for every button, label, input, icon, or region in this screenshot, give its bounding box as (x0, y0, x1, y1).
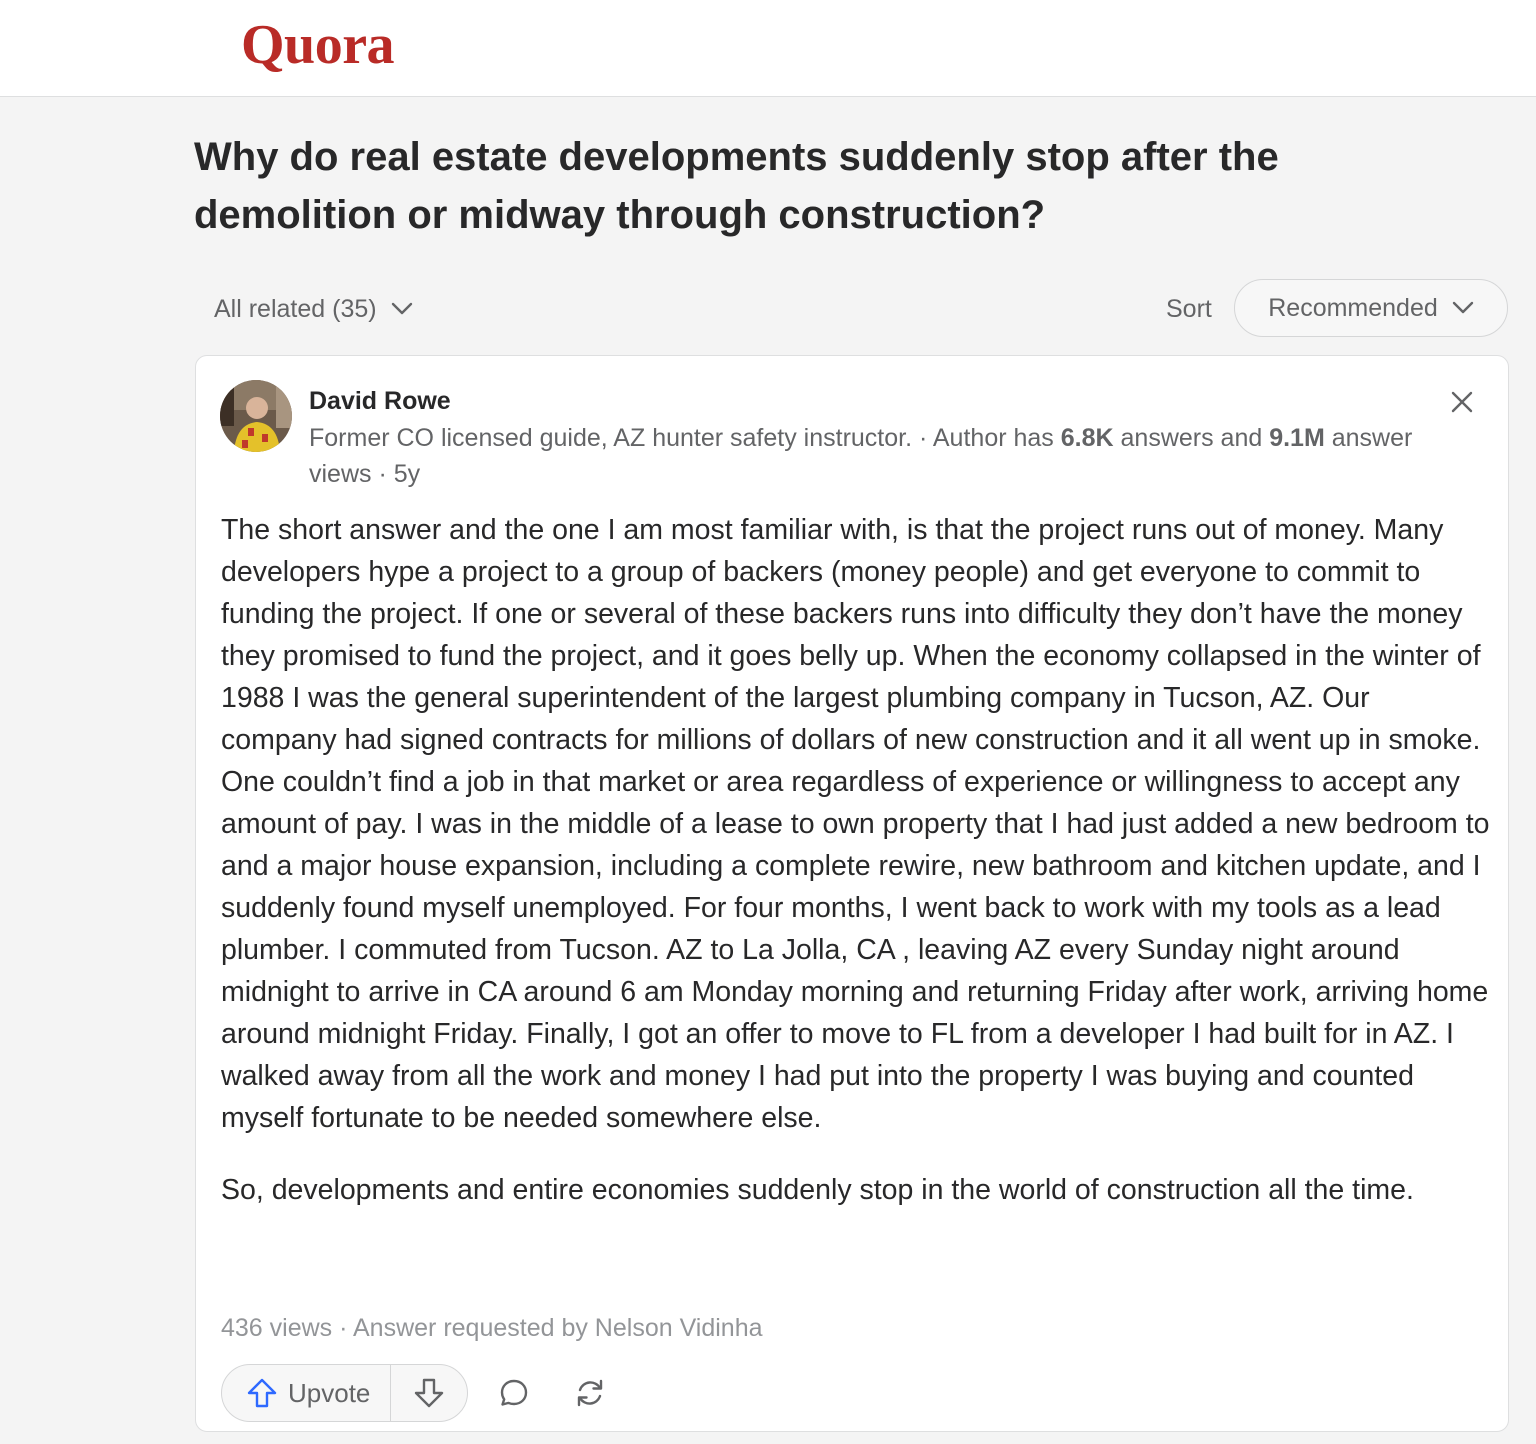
answers-count: 6.8K (1060, 424, 1114, 452)
downvote-button[interactable] (391, 1365, 467, 1421)
all-related-label: All related (35) (214, 294, 377, 323)
upvote-arrow-icon (247, 1378, 277, 1408)
author-credential-line: Former CO licensed guide, AZ hunter safe… (309, 420, 1439, 492)
share-button[interactable] (566, 1369, 614, 1417)
answer-paragraph: The short answer and the one I am most f… (221, 514, 1490, 1134)
avatar-image (220, 380, 292, 452)
top-bar: Quora (0, 0, 1536, 97)
close-icon (1451, 391, 1473, 413)
sort-label: Sort (1166, 295, 1212, 323)
answer-body: The short answer and the one I am most f… (221, 509, 1491, 1241)
chevron-down-icon (391, 302, 412, 315)
author-avatar[interactable] (220, 380, 292, 452)
sort-value: Recommended (1268, 293, 1438, 322)
comment-icon (501, 1379, 528, 1406)
credential-separator: · Author has (912, 424, 1061, 452)
answer-paragraph: So, developments and entire economies su… (221, 1174, 1414, 1206)
author-credential[interactable]: Former CO licensed guide, AZ hunter safe… (309, 424, 912, 452)
all-related-filter[interactable]: All related (35) (214, 288, 413, 330)
upvote-label: Upvote (288, 1377, 371, 1408)
quora-logo[interactable]: Quora (241, 10, 395, 80)
answers-text: answers and (1113, 424, 1270, 452)
share-icon (578, 1379, 603, 1407)
action-bar: Upvote (221, 1364, 614, 1422)
downvote-arrow-icon (415, 1378, 444, 1408)
sort-dropdown[interactable]: Recommended (1234, 279, 1508, 337)
author-name[interactable]: David Rowe (309, 384, 451, 418)
vote-group: Upvote (221, 1364, 469, 1422)
answer-card: David Rowe Former CO licensed guide, AZ … (195, 355, 1509, 1432)
views-count: 9.1M (1269, 424, 1325, 452)
close-button[interactable] (1444, 384, 1480, 420)
chevron-down-icon (1452, 301, 1473, 314)
answer-meta: 436 views · Answer requested by Nelson V… (221, 1314, 763, 1342)
upvote-button[interactable]: Upvote (222, 1365, 392, 1421)
comment-button[interactable] (490, 1369, 538, 1417)
question-title[interactable]: Why do real estate developments suddenly… (194, 128, 1394, 244)
